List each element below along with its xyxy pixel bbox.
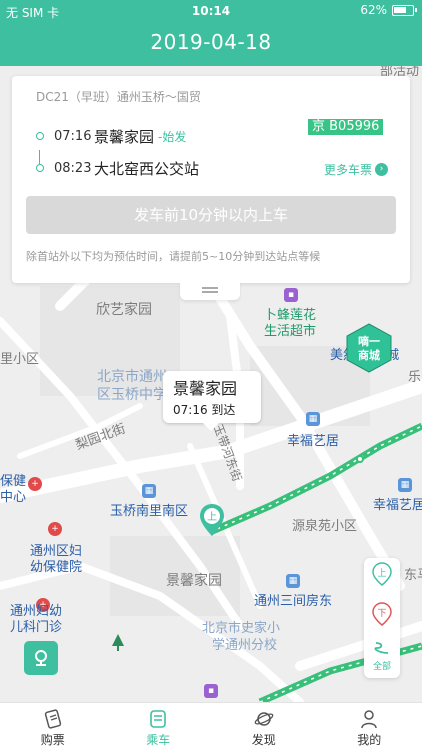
shop-icon: ▪ [204, 684, 218, 698]
route-name: DC21（早班）通州玉桥～国贸 [36, 90, 201, 104]
building-icon: ▦ [306, 412, 320, 426]
map-label-erke2: 儿科门诊 [10, 620, 63, 635]
tab-ride-label: 乘车 [146, 733, 171, 747]
destination-dot-icon [36, 164, 44, 172]
clock: 10:14 [191, 4, 231, 18]
map-label-baojian2: 中心 [0, 490, 27, 505]
map-label-fuyou2: 幼保健院 [30, 560, 83, 575]
map-label-school2: 区玉桥中学 [97, 387, 167, 403]
destination-time: 08:23 [54, 161, 92, 176]
tab-discover[interactable]: 发现 [211, 703, 317, 750]
origin-row: 07:16 景馨家园 -始发 [36, 126, 186, 147]
tab-ride[interactable]: 乘车 [106, 703, 212, 750]
tab-buy-ticket[interactable]: 购票 [0, 703, 106, 750]
origin-time: 07:16 [54, 129, 92, 144]
destination-row: 08:23 大北窑西公交站 [36, 158, 199, 179]
map-label-dongma: 东马 [404, 568, 422, 583]
up-stop-icon: 上 [372, 562, 392, 586]
origin-dot-icon [36, 132, 44, 140]
plate-badge: 京 B05996 [308, 119, 384, 135]
map-label-li: 里小区 [0, 352, 40, 367]
boarding-pin-icon[interactable]: 上 [199, 503, 225, 537]
hospital-icon: + [28, 477, 42, 491]
locate-button[interactable] [24, 641, 58, 675]
map-label-xinyi: 欣艺家园 [96, 302, 152, 318]
route-side-panel: 上 下 全部 [364, 558, 400, 678]
tab-discover-label: 发现 [251, 733, 276, 747]
map-label-shijia2: 学通州分校 [212, 638, 278, 653]
down-stop-icon: 下 [372, 602, 392, 626]
map-label-yuqiao: 玉桥南里南区 [110, 504, 189, 519]
pin-label: 上 [207, 511, 217, 523]
more-tickets-link[interactable]: 更多车票 › [324, 161, 388, 178]
status-bar: 无 SIM 卡 10:14 62% [0, 0, 422, 22]
battery-percent: 62% [360, 3, 387, 17]
building-icon: ▦ [142, 484, 156, 498]
tab-mine[interactable]: 我的 [317, 703, 422, 750]
page-title: 2019-04-18 [150, 30, 272, 54]
stop-popup-eta: 07:16 到达 [173, 403, 236, 417]
ticket-icon [44, 709, 61, 729]
building-icon: ▦ [398, 478, 412, 492]
map-label-school1: 北京市通州 [97, 369, 167, 385]
map-label-jingxin: 景馨家园 [166, 573, 222, 589]
map-label-le: 乐 [408, 370, 422, 385]
origin-name: 景馨家园 [94, 128, 155, 146]
planet-icon [254, 712, 274, 726]
destination-name: 大北窑西公交站 [94, 160, 200, 178]
bus-card-icon [150, 710, 167, 728]
tab-mine-label: 我的 [357, 733, 382, 747]
building-icon: ▦ [286, 574, 300, 588]
chevron-right-icon: › [375, 163, 388, 176]
shop-icon: ▪ [284, 288, 298, 302]
tab-buy-ticket-label: 购票 [40, 733, 65, 747]
card-drag-handle[interactable] [180, 282, 240, 300]
map-label-lotus2: 生活超市 [264, 324, 317, 339]
locate-icon [35, 650, 47, 666]
map-label-yuanquan: 源泉苑小区 [292, 519, 358, 534]
stop-popup[interactable]: 景馨家园 07:16 到达 [163, 371, 261, 431]
stop-popup-name: 景馨家园 [173, 379, 238, 398]
svg-text:下: 下 [377, 609, 386, 619]
side-all-button[interactable]: 全部 [364, 640, 400, 678]
map-label-sanjianfang: 通州三间房东 [254, 594, 333, 609]
map-label-xingfu1: 幸福艺居 [287, 434, 340, 449]
trip-card: DC21（早班）通州玉桥～国贸 京 B05996 07:16 景馨家园 -始发 … [12, 76, 410, 283]
side-up-button[interactable]: 上 [364, 562, 400, 600]
app-header: 无 SIM 卡 10:14 62% 2019-04-18 [0, 0, 422, 66]
side-all-label: 全部 [372, 662, 391, 672]
origin-tag: -始发 [158, 130, 187, 144]
mall-badge[interactable]: 嘀一 商城 [344, 323, 394, 373]
mall-line1: 嘀一 [358, 334, 380, 348]
timing-note: 除首站外以下均为预估时间，请提前5~10分钟到达站点等候 [26, 250, 321, 263]
board-button[interactable]: 发车前10分钟以内上车 [26, 196, 396, 234]
battery-icon [392, 4, 417, 16]
user-icon [361, 710, 377, 729]
tab-bar: 购票 乘车 发现 我的 [0, 702, 422, 750]
side-down-button[interactable]: 下 [364, 602, 400, 640]
hospital-icon: + [48, 522, 62, 536]
more-tickets-label: 更多车票 [323, 163, 372, 177]
route-all-icon [374, 642, 389, 654]
svg-text:上: 上 [377, 568, 386, 579]
mall-line2: 商城 [358, 348, 380, 362]
map-label-xingfu2: 幸福艺居 [373, 498, 422, 513]
status-right: 62% [360, 3, 417, 17]
